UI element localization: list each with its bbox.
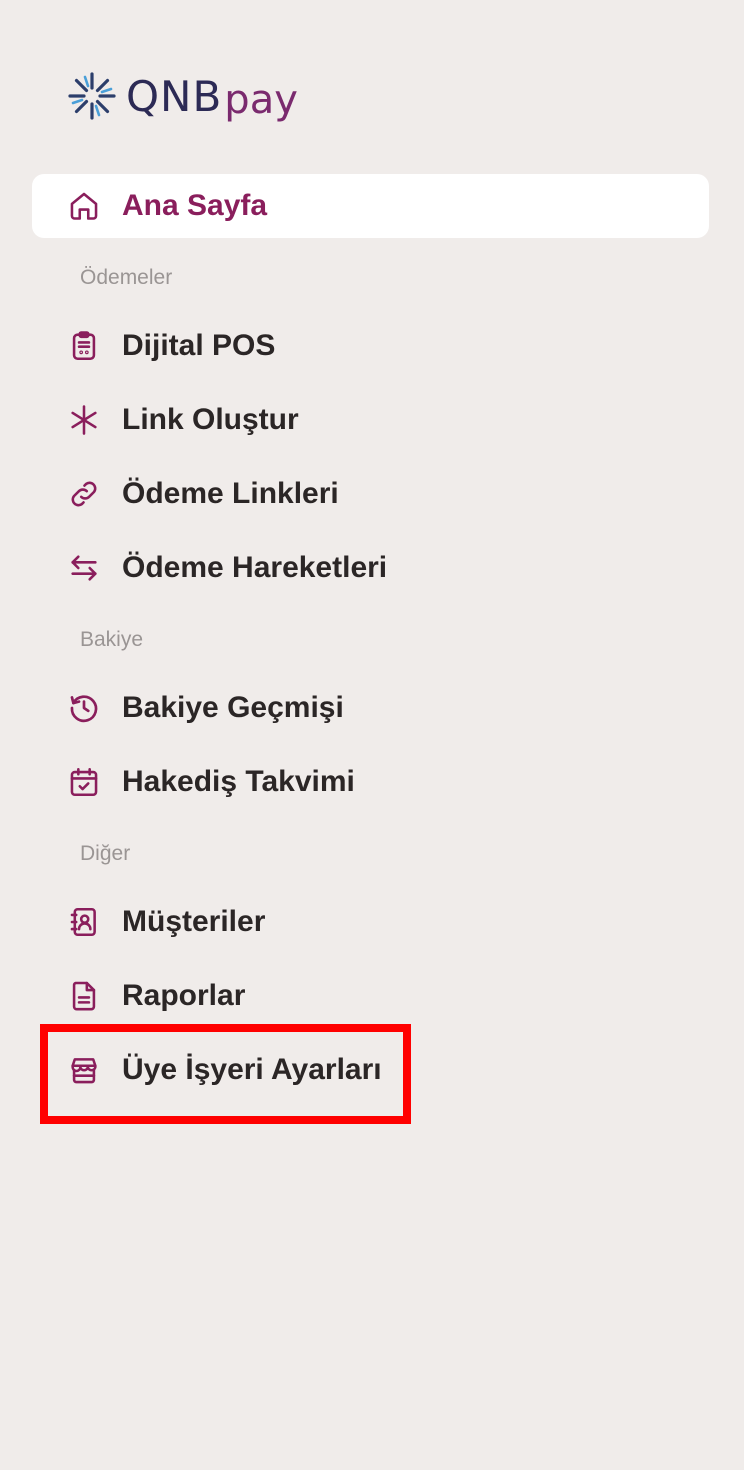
- link-icon: [66, 476, 102, 512]
- nav-item-customers[interactable]: Müşteriler: [32, 890, 709, 954]
- logo-text-qnb: QNB: [126, 71, 223, 121]
- section-title-payments: Ödemeler: [80, 266, 173, 289]
- nav-item-label: Dijital POS: [122, 329, 276, 362]
- home-icon: [66, 188, 102, 224]
- section-title-other: Diğer: [80, 842, 131, 865]
- nav-item-label: Müşteriler: [122, 905, 266, 938]
- calendar-check-icon: [66, 764, 102, 800]
- nav-item-create-link[interactable]: Link Oluştur: [32, 388, 709, 452]
- nav-item-settlement-calendar[interactable]: Hakediş Takvimi: [32, 750, 709, 814]
- nav-item-reports[interactable]: Raporlar: [32, 964, 709, 1028]
- contact-book-icon: [66, 904, 102, 940]
- nav-item-home[interactable]: Ana Sayfa: [32, 174, 709, 238]
- logo-text-pay: pay: [224, 76, 298, 123]
- nav-item-digital-pos[interactable]: Dijital POS: [32, 314, 709, 378]
- history-icon: [66, 690, 102, 726]
- section-title-balance: Bakiye: [80, 628, 144, 651]
- nav-item-payment-transactions[interactable]: Ödeme Hareketleri: [32, 536, 709, 600]
- sparkle-icon: [66, 402, 102, 438]
- qnbpay-logo: QNB pay: [66, 70, 298, 123]
- logo-mark-icon: [68, 72, 116, 120]
- highlight-annotation-box: [40, 1024, 411, 1124]
- nav-item-label: Ödeme Hareketleri: [122, 551, 388, 584]
- nav-item-label: Ana Sayfa: [122, 189, 268, 222]
- arrows-exchange-icon: [66, 550, 102, 586]
- nav-item-label: Ödeme Linkleri: [122, 477, 339, 510]
- nav-item-label: Raporlar: [122, 979, 246, 1012]
- nav-item-label: Bakiye Geçmişi: [122, 691, 344, 724]
- document-icon: [66, 978, 102, 1014]
- nav-item-label: Hakediş Takvimi: [122, 765, 355, 798]
- nav-item-label: Link Oluştur: [122, 403, 299, 436]
- nav-item-balance-history[interactable]: Bakiye Geçmişi: [32, 676, 709, 740]
- nav-item-payment-links[interactable]: Ödeme Linkleri: [32, 462, 709, 526]
- pos-terminal-icon: [66, 328, 102, 364]
